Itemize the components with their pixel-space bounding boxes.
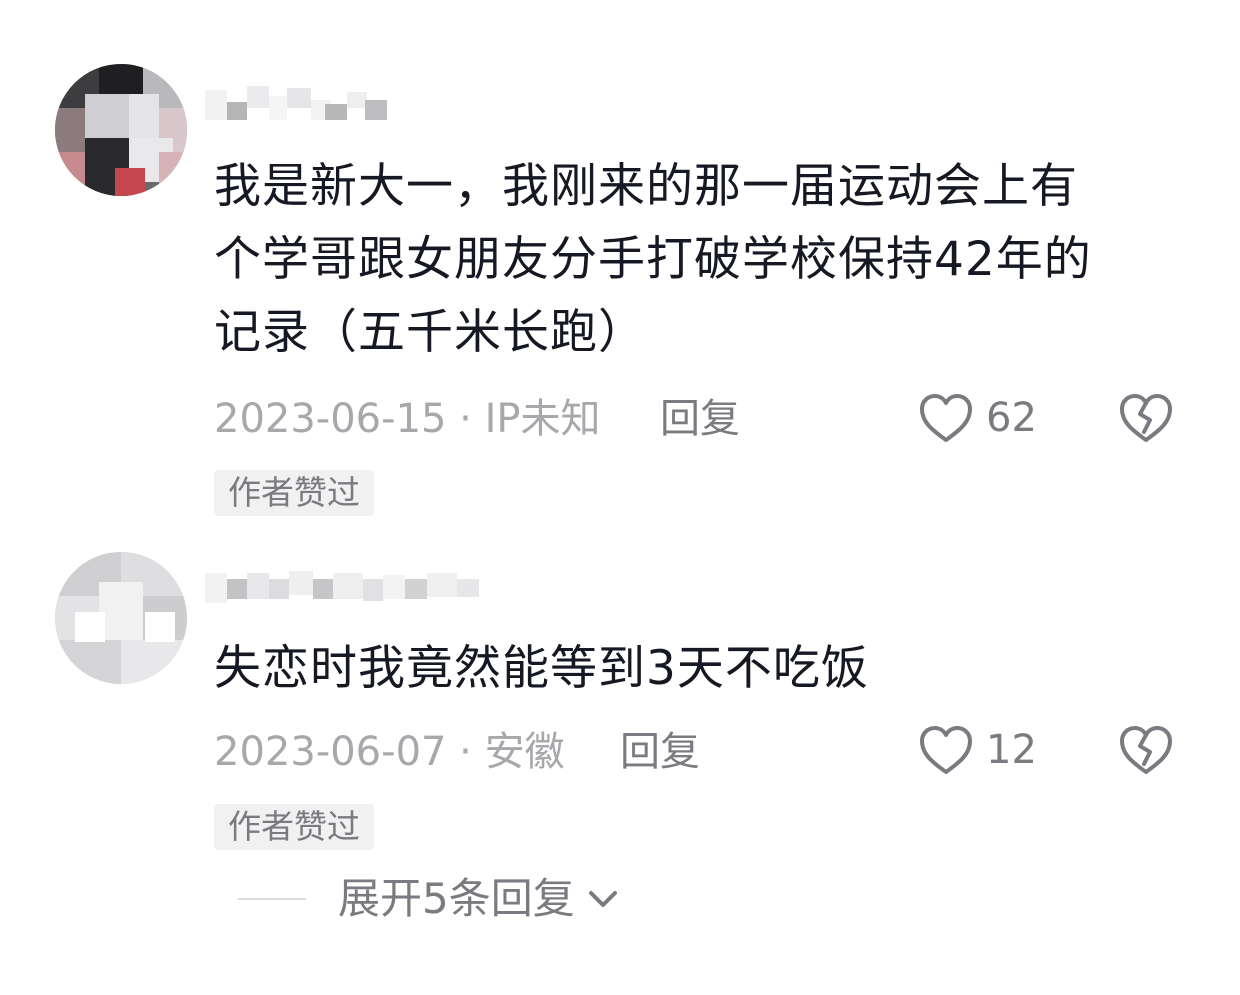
like-count: 12 — [986, 727, 1037, 773]
comment-text: 我是新大一，我刚来的那一届运动会上有 个学哥跟女朋友分手打破学校保持42年的 记… — [214, 150, 1174, 369]
author-liked-badge: 作者赞过 — [214, 804, 374, 850]
comment-text-line: 个学哥跟女朋友分手打破学校保持42年的 — [214, 232, 1092, 287]
comment-date-location: 2023-06-07 · 安徽 — [214, 729, 565, 775]
comment-text-line: 记录（五千米长跑） — [214, 305, 646, 360]
author-liked-badge: 作者赞过 — [214, 470, 374, 516]
like-button[interactable]: 62 — [918, 392, 1037, 444]
comment-text: 失恋时我竟然能等到3天不吃饭 — [214, 632, 1174, 705]
expand-replies-label: 展开5条回复 — [338, 874, 575, 923]
expand-divider-line — [238, 898, 306, 900]
broken-heart-icon — [1120, 394, 1172, 442]
username-blurred[interactable] — [205, 565, 485, 605]
dislike-button[interactable] — [1118, 724, 1174, 776]
heart-outline-icon — [920, 394, 972, 442]
dislike-button[interactable] — [1118, 392, 1174, 444]
reply-button[interactable]: 回复 — [620, 727, 700, 777]
comment-date-location: 2023-06-15 · IP未知 — [214, 396, 601, 442]
avatar[interactable] — [55, 552, 187, 684]
heart-outline-icon — [920, 726, 972, 774]
like-button[interactable]: 12 — [918, 724, 1037, 776]
broken-heart-icon — [1120, 726, 1172, 774]
avatar[interactable] — [55, 64, 187, 196]
comment-text-line: 失恋时我竟然能等到3天不吃饭 — [214, 641, 869, 696]
like-count: 62 — [986, 395, 1037, 441]
comment-text-line: 我是新大一，我刚来的那一届运动会上有 — [214, 159, 1078, 214]
expand-replies-button[interactable]: 展开5条回复 — [238, 872, 623, 926]
chevron-down-icon — [588, 891, 617, 907]
username-blurred[interactable] — [205, 82, 395, 122]
reply-button[interactable]: 回复 — [660, 394, 740, 444]
